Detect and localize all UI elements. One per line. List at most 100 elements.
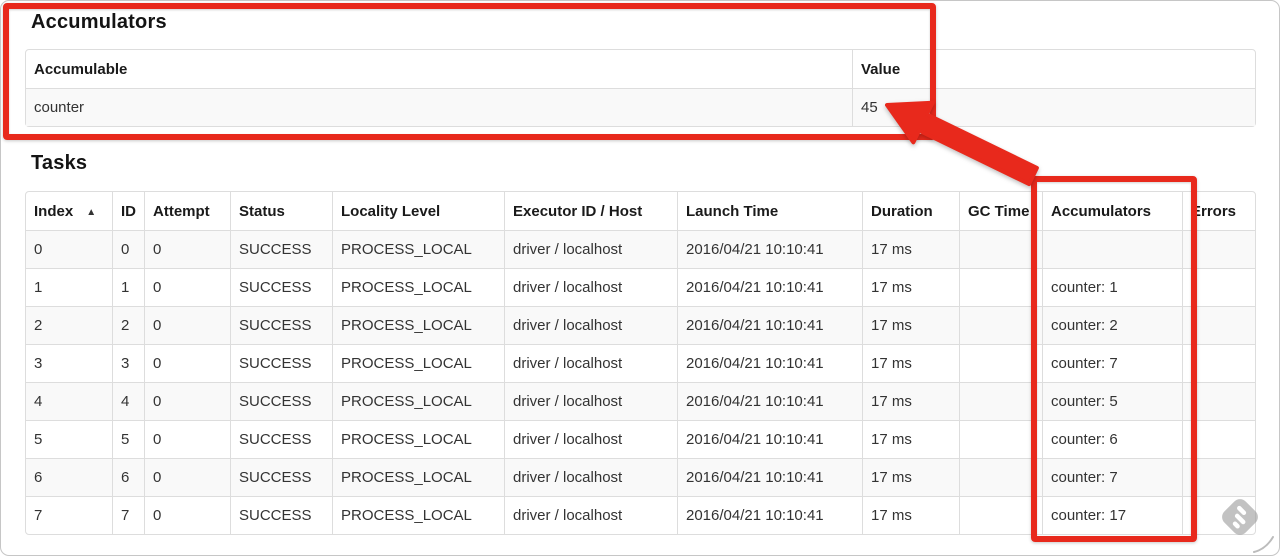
cell: 1 bbox=[112, 268, 144, 306]
cell bbox=[1182, 268, 1255, 306]
col-header-gc-time[interactable]: GC Time bbox=[959, 192, 1042, 230]
cell: PROCESS_LOCAL bbox=[332, 230, 504, 268]
cell-accumulable-name: counter bbox=[26, 88, 852, 126]
cell: driver / localhost bbox=[504, 458, 677, 496]
accumulators-section-title: Accumulators bbox=[31, 11, 167, 33]
col-header-executor-id-host[interactable]: Executor ID / Host bbox=[504, 192, 677, 230]
cell: 5 bbox=[26, 420, 112, 458]
table-header-row: Index ▲ ID Attempt Status Locality Level … bbox=[26, 192, 1255, 230]
cell: SUCCESS bbox=[230, 306, 332, 344]
col-header-duration[interactable]: Duration bbox=[862, 192, 959, 230]
cell: 0 bbox=[144, 382, 230, 420]
cell: PROCESS_LOCAL bbox=[332, 382, 504, 420]
cell: 2016/04/21 10:10:41 bbox=[677, 306, 862, 344]
cell bbox=[959, 268, 1042, 306]
cell: 0 bbox=[112, 230, 144, 268]
task-row: 3 3 0 SUCCESS PROCESS_LOCAL driver / localhos… bbox=[26, 344, 1255, 382]
cell: PROCESS_LOCAL bbox=[332, 268, 504, 306]
cell bbox=[959, 496, 1042, 534]
cell: 17 ms bbox=[862, 458, 959, 496]
task-row: 5 5 0 SUCCESS PROCESS_LOCAL driver / localhos… bbox=[26, 420, 1255, 458]
cell: PROCESS_LOCAL bbox=[332, 420, 504, 458]
cell: 0 bbox=[144, 496, 230, 534]
cell: counter: 17 bbox=[1042, 496, 1182, 534]
cell: counter: 2 bbox=[1042, 306, 1182, 344]
cell-accumulable-value: 45 bbox=[852, 88, 1255, 126]
sort-ascending-icon: ▲ bbox=[86, 206, 97, 218]
cell bbox=[1182, 420, 1255, 458]
cell: SUCCESS bbox=[230, 268, 332, 306]
cell: PROCESS_LOCAL bbox=[332, 344, 504, 382]
page: Accumulators Accumulable Value counter 4… bbox=[0, 0, 1280, 556]
task-row: 4 4 0 SUCCESS PROCESS_LOCAL driver / localhos… bbox=[26, 382, 1255, 420]
cell: 17 ms bbox=[862, 268, 959, 306]
cell: 2016/04/21 10:10:41 bbox=[677, 230, 862, 268]
cell bbox=[1182, 344, 1255, 382]
cell: SUCCESS bbox=[230, 420, 332, 458]
cell bbox=[1182, 306, 1255, 344]
cell: counter: 7 bbox=[1042, 458, 1182, 496]
col-header-accumulable[interactable]: Accumulable bbox=[26, 50, 852, 88]
col-header-status[interactable]: Status bbox=[230, 192, 332, 230]
col-header-launch-time[interactable]: Launch Time bbox=[677, 192, 862, 230]
cell: 17 ms bbox=[862, 496, 959, 534]
cell: driver / localhost bbox=[504, 496, 677, 534]
col-header-value[interactable]: Value bbox=[852, 50, 1255, 88]
cell: 0 bbox=[26, 230, 112, 268]
cell: SUCCESS bbox=[230, 496, 332, 534]
cell bbox=[959, 306, 1042, 344]
cell: 0 bbox=[144, 344, 230, 382]
tasks-section-title: Tasks bbox=[31, 152, 88, 174]
cell bbox=[959, 420, 1042, 458]
table-header-row: Accumulable Value bbox=[26, 50, 1255, 88]
cell: 17 ms bbox=[862, 420, 959, 458]
col-header-index[interactable]: Index ▲ bbox=[26, 192, 112, 230]
col-header-locality-level[interactable]: Locality Level bbox=[332, 192, 504, 230]
cell: 0 bbox=[144, 306, 230, 344]
cell: driver / localhost bbox=[504, 420, 677, 458]
cell: 2016/04/21 10:10:41 bbox=[677, 268, 862, 306]
cell: 0 bbox=[144, 420, 230, 458]
cell: driver / localhost bbox=[504, 230, 677, 268]
cell: SUCCESS bbox=[230, 230, 332, 268]
cell: SUCCESS bbox=[230, 382, 332, 420]
cell: PROCESS_LOCAL bbox=[332, 306, 504, 344]
task-row: 2 2 0 SUCCESS PROCESS_LOCAL driver / localhos… bbox=[26, 306, 1255, 344]
cell: SUCCESS bbox=[230, 458, 332, 496]
cell bbox=[959, 382, 1042, 420]
col-header-errors[interactable]: Errors bbox=[1182, 192, 1255, 230]
cell: counter: 7 bbox=[1042, 344, 1182, 382]
cell: 2016/04/21 10:10:41 bbox=[677, 382, 862, 420]
cell: 2 bbox=[112, 306, 144, 344]
cell: 2016/04/21 10:10:41 bbox=[677, 344, 862, 382]
cell: driver / localhost bbox=[504, 344, 677, 382]
col-header-id[interactable]: ID bbox=[112, 192, 144, 230]
cell: 3 bbox=[112, 344, 144, 382]
col-header-attempt[interactable]: Attempt bbox=[144, 192, 230, 230]
cell: 5 bbox=[112, 420, 144, 458]
tasks-table: Index ▲ ID Attempt Status Locality Level … bbox=[25, 191, 1256, 535]
cell: 17 ms bbox=[862, 382, 959, 420]
task-row: 7 7 0 SUCCESS PROCESS_LOCAL driver / localhos… bbox=[26, 496, 1255, 534]
cell bbox=[959, 344, 1042, 382]
cell: 0 bbox=[144, 458, 230, 496]
cell bbox=[959, 230, 1042, 268]
cell bbox=[1042, 230, 1182, 268]
col-header-accumulators[interactable]: Accumulators bbox=[1042, 192, 1182, 230]
cell bbox=[959, 458, 1042, 496]
cell bbox=[1182, 496, 1255, 534]
cell bbox=[1182, 458, 1255, 496]
cell: 2016/04/21 10:10:41 bbox=[677, 420, 862, 458]
cell: PROCESS_LOCAL bbox=[332, 458, 504, 496]
cell: 3 bbox=[26, 344, 112, 382]
cell: 0 bbox=[144, 268, 230, 306]
cell: 4 bbox=[26, 382, 112, 420]
task-row: 6 6 0 SUCCESS PROCESS_LOCAL driver / localhos… bbox=[26, 458, 1255, 496]
accumulators-table: Accumulable Value counter 45 bbox=[25, 49, 1256, 127]
cell: counter: 5 bbox=[1042, 382, 1182, 420]
col-header-label: Index bbox=[34, 202, 74, 220]
cell: 17 ms bbox=[862, 230, 959, 268]
cell: 4 bbox=[112, 382, 144, 420]
task-row: 1 1 0 SUCCESS PROCESS_LOCAL driver / localhos… bbox=[26, 268, 1255, 306]
cell: counter: 6 bbox=[1042, 420, 1182, 458]
